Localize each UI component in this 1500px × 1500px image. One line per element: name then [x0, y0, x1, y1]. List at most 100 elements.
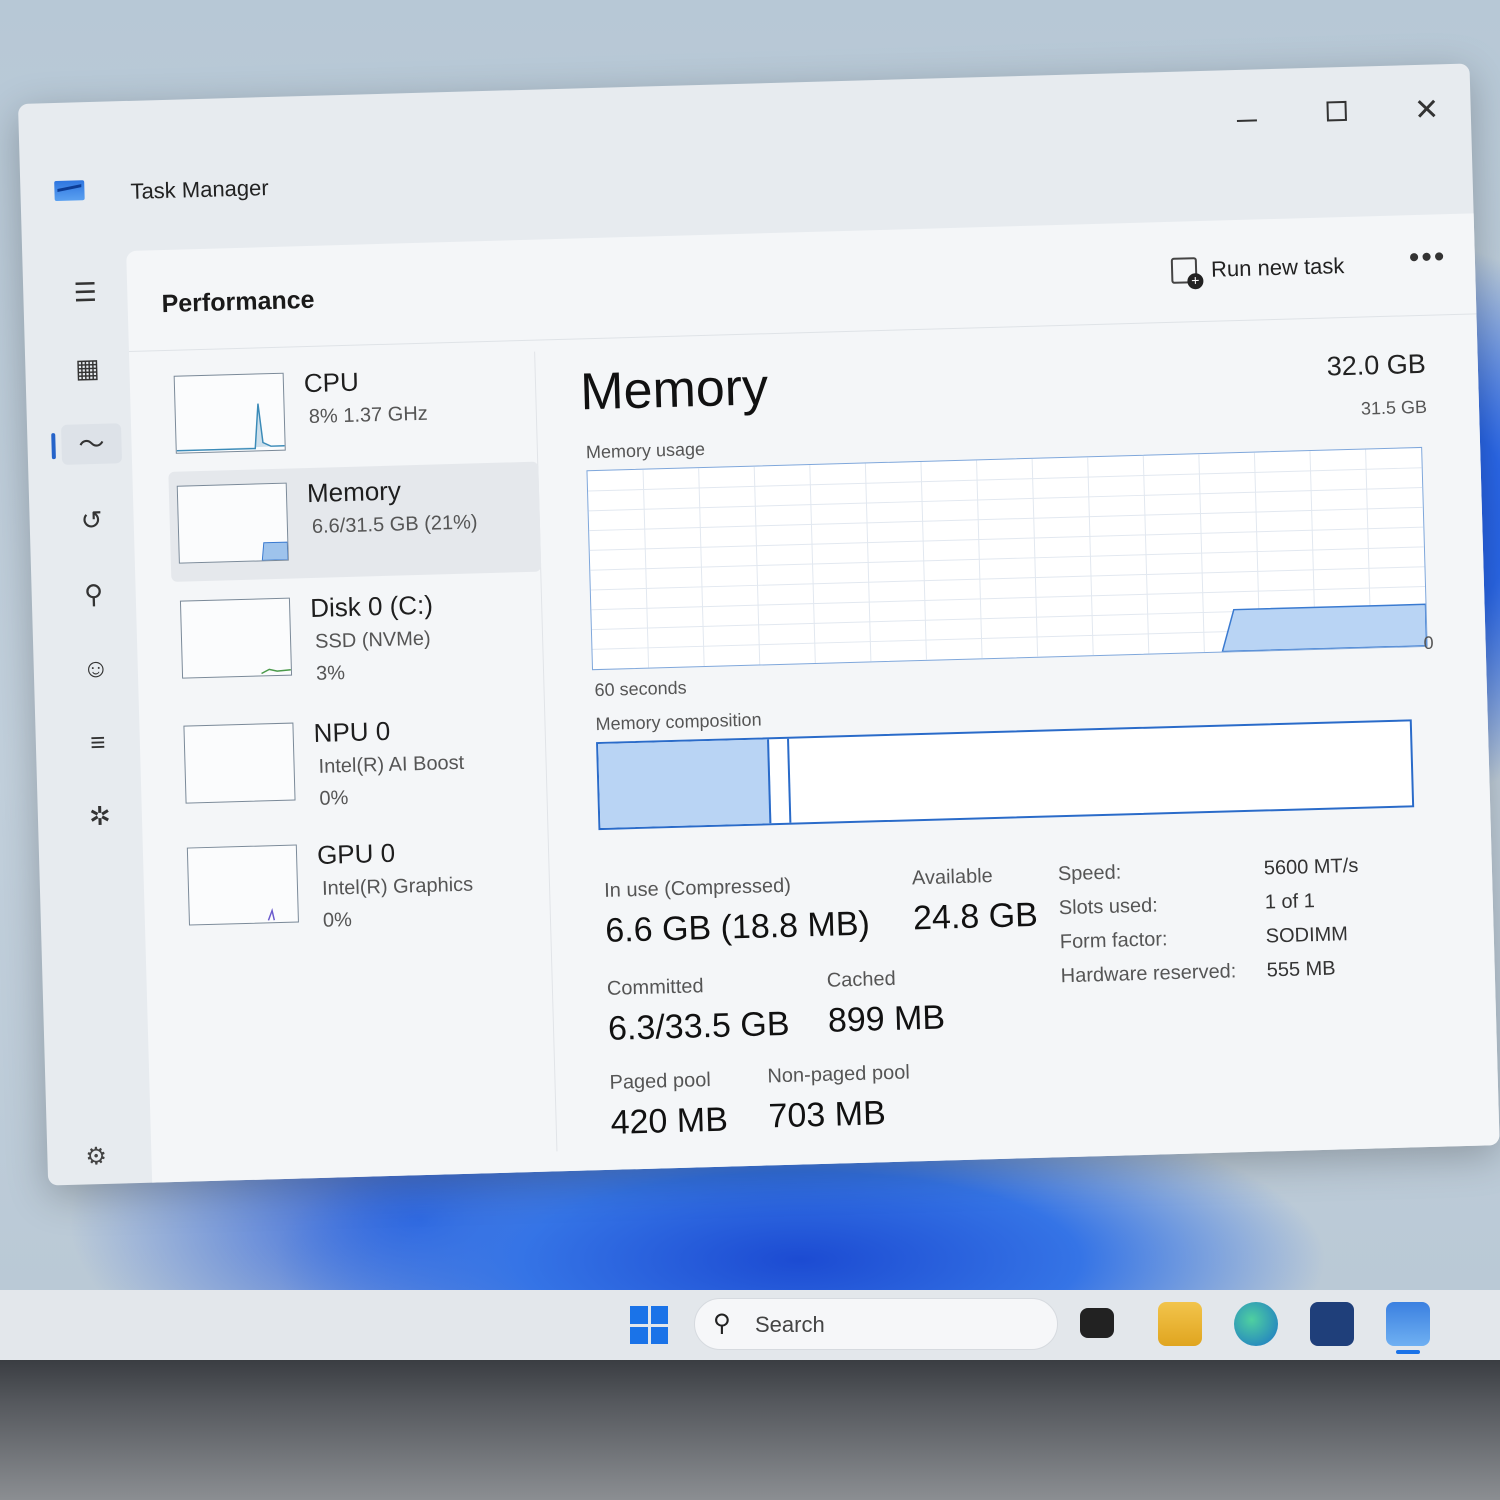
non-paged-pool-value: 703 MB: [768, 1094, 887, 1136]
slots-used-value: 1 of 1: [1264, 890, 1316, 914]
slots-used-key: Slots used:: [1058, 894, 1159, 920]
committed-label: Committed: [606, 975, 704, 1000]
hardware-reserved-key: Hardware reserved:: [1060, 960, 1237, 988]
search-icon: ⚲: [713, 1310, 731, 1337]
minimize-button[interactable]: [1226, 97, 1267, 129]
gear-icon[interactable]: ⚙: [85, 1142, 107, 1172]
speed-value: 5600 MT/s: [1263, 854, 1359, 880]
device-detail: Intel(R) AI Boost: [318, 751, 465, 778]
device-item-gpu[interactable]: GPU 0 Intel(R) Graphics 0%: [178, 823, 551, 943]
device-item-memory[interactable]: Memory 6.6/31.5 GB (21%): [168, 461, 542, 582]
close-button[interactable]: ✕: [1406, 92, 1447, 128]
hardware-reserved-value: 555 MB: [1266, 957, 1336, 982]
maximize-button[interactable]: [1316, 95, 1357, 129]
minimize-icon: [1236, 119, 1257, 122]
npu-thumbnail-graph: [183, 722, 296, 804]
speed-key: Speed:: [1057, 861, 1122, 886]
device-usage: 3%: [315, 662, 346, 685]
memory-composition-label: Memory composition: [595, 709, 762, 735]
cached-label: Cached: [826, 967, 897, 992]
device-name: Disk 0 (C:): [309, 589, 434, 624]
in-use-label: In use (Compressed): [603, 874, 792, 902]
active-app-indicator: [1396, 1350, 1420, 1354]
form-factor-key: Form factor:: [1059, 928, 1168, 954]
in-use-value: 6.6 GB (18.8 MB): [604, 904, 871, 950]
device-name: GPU 0: [316, 837, 396, 870]
run-new-task-label: Run new task: [1210, 253, 1345, 282]
graph-time-span: 60 seconds: [594, 677, 687, 701]
available-label: Available: [911, 865, 994, 890]
gpu-thumbnail-graph: [186, 844, 299, 926]
committed-value: 6.3/33.5 GB: [607, 1004, 790, 1048]
laptop-bezel: [0, 1360, 1500, 1500]
device-item-disk[interactable]: Disk 0 (C:) SSD (NVMe) 3%: [172, 577, 545, 697]
memory-usage-max: 31.5 GB: [1360, 396, 1428, 419]
task-manager-window: Task Manager ✕ ☰ ▦ 〜 ↺ ⚲ ☺ ≡ ✲ ⚙ Perform…: [18, 63, 1500, 1186]
memory-composition-bar: [596, 719, 1415, 831]
device-name: CPU: [303, 366, 360, 399]
composition-modified: [768, 738, 791, 824]
run-task-icon: [1170, 257, 1198, 284]
grid-line-horizontal: [590, 566, 1425, 591]
device-item-cpu[interactable]: CPU 8% 1.37 GHz: [165, 352, 538, 472]
task-manager-taskbar-icon[interactable]: [1386, 1302, 1430, 1346]
maximize-icon: [1326, 100, 1347, 122]
taskbar: ⚲ Search: [0, 1290, 1500, 1360]
disk-thumbnail-graph: [179, 597, 293, 679]
graph-min-value: 0: [1423, 632, 1434, 653]
memory-detail-pane: Memory 32.0 GB Memory usage 31.5 GB 60 s…: [569, 326, 1471, 1150]
device-detail: 8% 1.37 GHz: [308, 402, 429, 428]
details-icon[interactable]: ≡: [77, 721, 118, 762]
more-options-button[interactable]: •••: [1408, 240, 1446, 275]
grid-line-horizontal: [589, 526, 1424, 551]
processes-icon[interactable]: ▦: [67, 348, 108, 389]
device-usage: 0%: [322, 909, 353, 932]
edge-browser-icon[interactable]: [1234, 1302, 1278, 1346]
device-name: NPU 0: [313, 715, 391, 748]
hamburger-icon[interactable]: ☰: [65, 272, 106, 313]
device-name: Memory: [306, 475, 402, 509]
cpu-thumbnail-graph: [173, 372, 286, 454]
task-view-icon[interactable]: [1080, 1308, 1114, 1338]
performance-panel: Performance Run new task ••• CPU 8% 1.37…: [126, 213, 1500, 1183]
device-detail: 6.6/31.5 GB (21%): [311, 511, 478, 538]
memory-total: 32.0 GB: [1326, 348, 1427, 382]
search-placeholder: Search: [755, 1312, 825, 1337]
active-nav-indicator: [51, 433, 56, 460]
non-paged-pool-label: Non-paged pool: [767, 1061, 911, 1088]
device-item-npu[interactable]: NPU 0 Intel(R) AI Boost 0%: [175, 702, 548, 822]
app-history-icon[interactable]: ↺: [71, 500, 112, 541]
cached-value: 899 MB: [827, 998, 946, 1040]
grid-line-horizontal: [590, 546, 1424, 571]
run-new-task-button[interactable]: Run new task: [1170, 253, 1345, 284]
device-detail: Intel(R) Graphics: [321, 873, 474, 900]
device-detail: SSD (NVMe): [314, 627, 431, 653]
performance-icon[interactable]: 〜: [60, 423, 123, 465]
services-icon[interactable]: ✲: [79, 795, 120, 836]
grid-line-horizontal: [591, 586, 1426, 611]
form-factor-value: SODIMM: [1265, 923, 1349, 948]
users-icon[interactable]: ☺: [75, 647, 116, 688]
paged-pool-value: 420 MB: [610, 1100, 729, 1142]
window-title: Task Manager: [130, 175, 269, 204]
memory-thumbnail-graph: [176, 482, 289, 564]
paged-pool-label: Paged pool: [609, 1069, 712, 1094]
task-manager-app-icon: [54, 180, 85, 202]
available-value: 24.8 GB: [912, 895, 1039, 938]
memory-usage-graph: [586, 446, 1428, 671]
grid-line-horizontal: [588, 487, 1423, 512]
grid-line-horizontal: [588, 467, 1422, 492]
taskbar-search-box[interactable]: ⚲ Search: [694, 1298, 1058, 1350]
device-usage: 0%: [319, 787, 349, 810]
windows-start-button[interactable]: [630, 1306, 668, 1344]
grid-line-horizontal: [589, 506, 1423, 532]
startup-apps-icon[interactable]: ⚲: [73, 574, 114, 615]
device-list: CPU 8% 1.37 GHz Memory 6.6/31.5 GB (21%)…: [155, 351, 558, 1162]
memory-usage-area: [1221, 603, 1427, 653]
composition-in-use: [598, 739, 771, 829]
page-title: Performance: [161, 285, 315, 319]
memory-heading: Memory: [579, 358, 769, 422]
microsoft-store-icon[interactable]: [1310, 1302, 1354, 1346]
file-explorer-icon[interactable]: [1158, 1302, 1202, 1346]
memory-usage-label: Memory usage: [585, 438, 706, 463]
